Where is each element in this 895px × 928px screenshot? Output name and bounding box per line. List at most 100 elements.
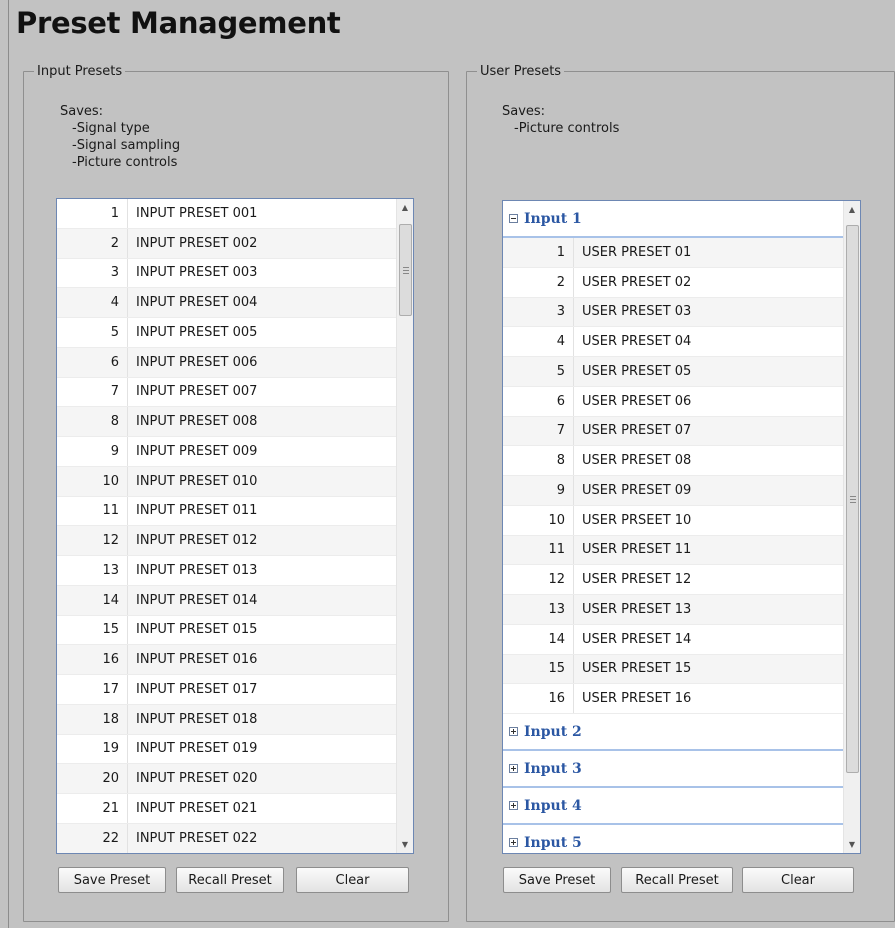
preset-name: USER PRESET 06	[582, 393, 692, 409]
list-item[interactable]: 16 INPUT PRESET 016	[57, 645, 396, 675]
preset-name: USER PRESET 12	[582, 572, 692, 588]
list-item[interactable]: 14 USER PRESET 14	[503, 624, 843, 655]
list-item[interactable]: 15 INPUT PRESET 015	[57, 615, 396, 646]
list-item[interactable]: 14 INPUT PRESET 014	[57, 585, 396, 616]
list-item[interactable]: 1 INPUT PRESET 001	[57, 199, 396, 229]
input-save-preset-button[interactable]: Save Preset	[58, 867, 166, 893]
row-number: 15	[503, 654, 574, 684]
list-item[interactable]: 8 INPUT PRESET 008	[57, 407, 396, 437]
list-item[interactable]: 1 USER PRESET 01	[503, 238, 843, 268]
list-item[interactable]: 19 INPUT PRESET 019	[57, 734, 396, 765]
group-label: Input 5	[524, 834, 582, 851]
grip-icon	[403, 267, 409, 274]
list-item[interactable]: 10 INPUT PRESET 010	[57, 466, 396, 497]
list-item[interactable]: 5 INPUT PRESET 005	[57, 318, 396, 348]
list-item[interactable]: 10 USER PRSEET 10	[503, 505, 843, 536]
arrow-down-icon[interactable]: ▼	[844, 836, 860, 853]
input-list-scrollbar[interactable]: ▲ ▼	[396, 199, 413, 853]
scrollbar-thumb[interactable]	[399, 224, 412, 316]
list-item[interactable]: 9 INPUT PRESET 009	[57, 437, 396, 467]
list-item[interactable]: 13 USER PRESET 13	[503, 595, 843, 625]
list-item[interactable]: 12 USER PRESET 12	[503, 565, 843, 595]
row-number: 21	[57, 794, 128, 823]
input-presets-list[interactable]: 1 INPUT PRESET 001 2 INPUT PRESET 002 3 INPUT…	[56, 198, 414, 854]
preset-name: USER PRESET 07	[582, 423, 692, 439]
row-number: 3	[57, 258, 128, 288]
scrollbar-thumb[interactable]	[846, 225, 859, 773]
row-number: 1	[503, 238, 574, 267]
list-item[interactable]: 6 USER PRESET 06	[503, 386, 843, 417]
input-presets-legend: Input Presets	[37, 64, 123, 79]
input-presets-saves: Saves: -Signal type -Signal sampling -Pi…	[60, 103, 180, 171]
user-presets-tree[interactable]: Input 1 1 USER PRESET 01 2 USER PRESET 02 3 US…	[502, 200, 861, 854]
user-save-preset-button[interactable]: Save Preset	[503, 867, 611, 893]
preset-name: USER PRESET 04	[582, 334, 692, 350]
saves-item: -Signal type	[72, 121, 150, 136]
user-presets-saves: Saves: -Picture controls	[502, 103, 619, 137]
row-number: 11	[503, 535, 574, 565]
list-item[interactable]: 6 INPUT PRESET 006	[57, 347, 396, 378]
row-number: 13	[503, 595, 574, 624]
list-item[interactable]: 21 INPUT PRESET 021	[57, 794, 396, 824]
list-item[interactable]: 16 USER PRESET 16	[503, 684, 843, 714]
preset-name: USER PRESET 03	[582, 304, 692, 320]
group-label: Input 4	[524, 797, 582, 814]
saves-label: Saves:	[502, 104, 546, 119]
plus-box-icon[interactable]	[509, 727, 518, 736]
list-item[interactable]: 17 INPUT PRESET 017	[57, 675, 396, 705]
plus-box-icon[interactable]	[509, 838, 518, 847]
row-number: 9	[503, 476, 574, 505]
input-clear-button[interactable]: Clear	[296, 867, 409, 893]
list-item[interactable]: 13 INPUT PRESET 013	[57, 556, 396, 586]
list-item[interactable]: 12 INPUT PRESET 012	[57, 526, 396, 556]
list-item[interactable]: 11 INPUT PRESET 011	[57, 496, 396, 527]
page-title: Preset Management	[16, 6, 341, 40]
window-edge	[8, 0, 9, 928]
group-label: Input 2	[524, 723, 582, 740]
list-item[interactable]: 22 INPUT PRESET 022	[57, 823, 396, 853]
list-item[interactable]: 8 USER PRESET 08	[503, 446, 843, 476]
plus-box-icon[interactable]	[509, 764, 518, 773]
list-item[interactable]: 11 USER PRESET 11	[503, 535, 843, 566]
preset-name: USER PRESET 02	[582, 274, 692, 290]
preset-name: INPUT PRESET 008	[136, 414, 258, 430]
user-tree-scrollbar[interactable]: ▲ ▼	[843, 201, 860, 853]
list-item[interactable]: 7 INPUT PRESET 007	[57, 377, 396, 408]
preset-name: INPUT PRESET 013	[136, 562, 258, 578]
list-item[interactable]: 18 INPUT PRESET 018	[57, 704, 396, 735]
row-number: 11	[57, 496, 128, 526]
arrow-up-icon[interactable]: ▲	[844, 201, 860, 218]
tree-group-1[interactable]: Input 1	[503, 201, 843, 238]
list-item[interactable]: 3 USER PRESET 03	[503, 297, 843, 328]
preset-name: USER PRESET 14	[582, 631, 692, 647]
arrow-up-icon[interactable]: ▲	[397, 199, 413, 216]
user-recall-preset-button[interactable]: Recall Preset	[621, 867, 733, 893]
preset-name: INPUT PRESET 003	[136, 265, 258, 281]
preset-name: INPUT PRESET 002	[136, 235, 258, 251]
tree-group-2[interactable]: Input 2	[503, 714, 843, 751]
list-item[interactable]: 7 USER PRESET 07	[503, 416, 843, 447]
list-item[interactable]: 3 INPUT PRESET 003	[57, 258, 396, 289]
list-item[interactable]: 2 USER PRESET 02	[503, 267, 843, 298]
plus-box-icon[interactable]	[509, 801, 518, 810]
input-recall-preset-button[interactable]: Recall Preset	[176, 867, 284, 893]
minus-box-icon[interactable]	[509, 214, 518, 223]
list-item[interactable]: 5 USER PRESET 05	[503, 357, 843, 387]
list-item[interactable]: 4 INPUT PRESET 004	[57, 288, 396, 318]
row-number: 17	[57, 675, 128, 704]
list-item[interactable]: 9 USER PRESET 09	[503, 476, 843, 506]
group-label: Input 1	[524, 210, 582, 227]
list-item[interactable]: 4 USER PRESET 04	[503, 327, 843, 357]
tree-group-4[interactable]: Input 4	[503, 788, 843, 825]
row-number: 13	[57, 556, 128, 585]
preset-name: INPUT PRESET 009	[136, 443, 258, 459]
arrow-down-icon[interactable]: ▼	[397, 836, 413, 853]
user-clear-button[interactable]: Clear	[742, 867, 854, 893]
list-item[interactable]: 15 USER PRESET 15	[503, 654, 843, 685]
preset-name: INPUT PRESET 006	[136, 354, 258, 370]
row-number: 7	[57, 377, 128, 407]
tree-group-5[interactable]: Input 5	[503, 825, 843, 853]
tree-group-3[interactable]: Input 3	[503, 751, 843, 788]
list-item[interactable]: 2 INPUT PRESET 002	[57, 228, 396, 259]
list-item[interactable]: 20 INPUT PRESET 020	[57, 764, 396, 794]
